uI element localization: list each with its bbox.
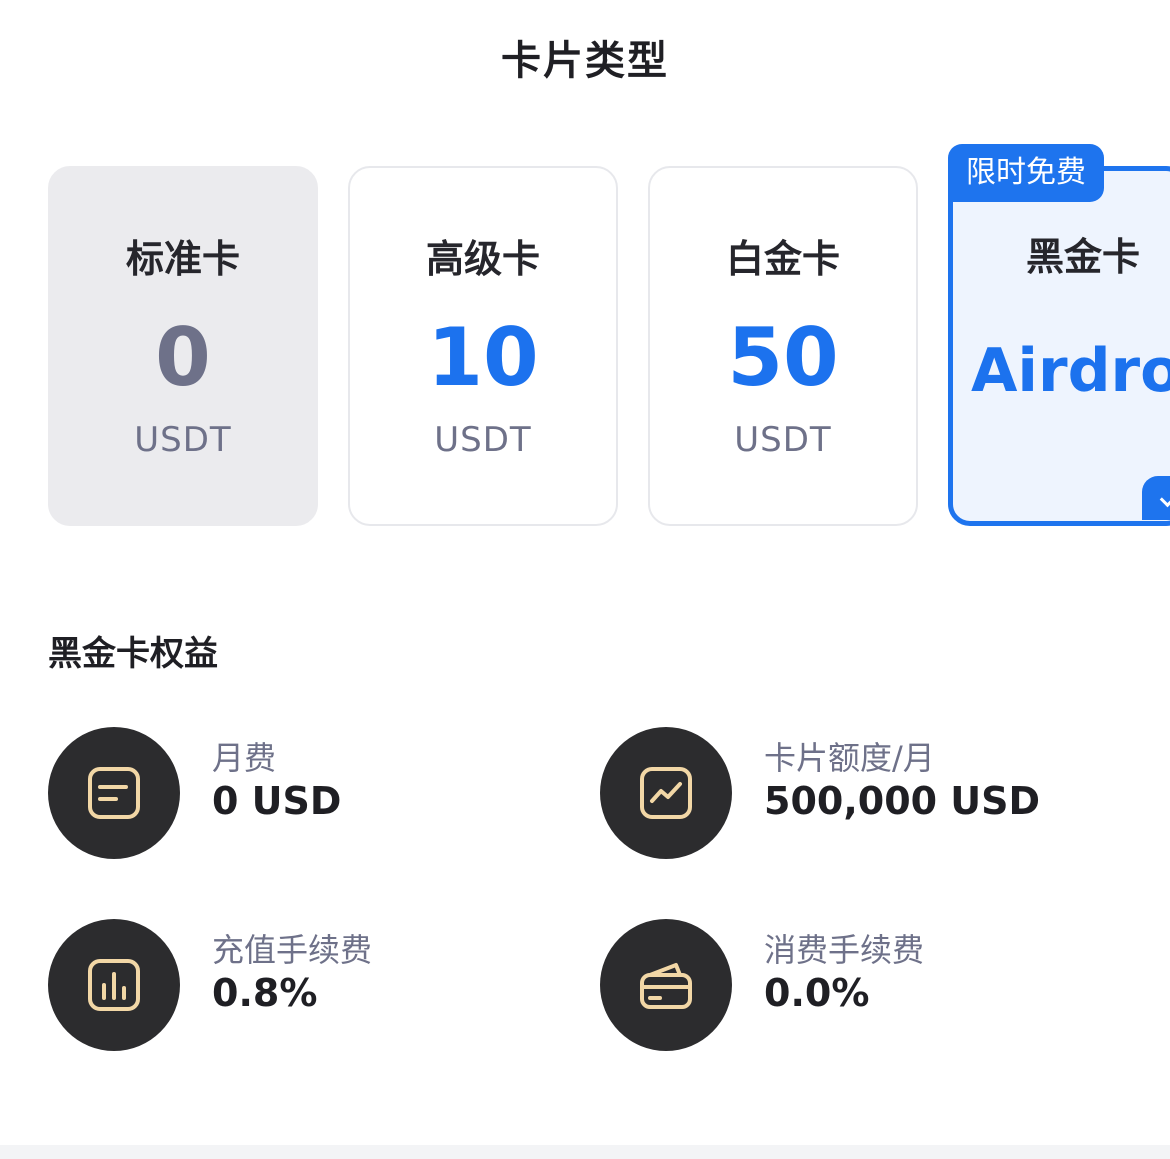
benefit-label: 月费 [212, 739, 277, 777]
wallet-card-icon [600, 919, 732, 1051]
card-name: 白金卡 [725, 237, 840, 281]
page-title: 卡片类型 [501, 38, 669, 84]
benefit-label: 消费手续费 [764, 931, 925, 969]
card-price: Airdrop [971, 336, 1170, 406]
card-option-standard[interactable]: 标准卡 0 USDT [48, 166, 318, 526]
benefit-value: 0.8% [212, 971, 318, 1015]
card-option-black-gold[interactable]: 黑金卡 Airdrop [948, 166, 1170, 526]
benefits-title: 黑金卡权益 [48, 634, 218, 674]
bottom-divider [0, 1145, 1170, 1159]
benefit-card-limit: 卡片额度/月 500,000 USD [600, 727, 1120, 859]
card-unit: USDT [734, 420, 832, 460]
benefit-topup-fee: 充值手续费 0.8% [48, 919, 568, 1051]
card-unit: USDT [134, 420, 232, 460]
benefit-value: 0 USD [212, 779, 342, 823]
card-price: 50 [727, 311, 839, 404]
document-icon [48, 727, 180, 859]
card-option-premium[interactable]: 高级卡 10 USDT [348, 166, 618, 526]
trend-chart-icon [600, 727, 732, 859]
card-name: 黑金卡 [1025, 235, 1140, 279]
benefit-label: 充值手续费 [212, 931, 373, 969]
benefit-value: 500,000 USD [764, 779, 1041, 823]
card-unit: USDT [434, 420, 532, 460]
selected-check-icon [1142, 476, 1170, 520]
benefit-monthly-fee: 月费 0 USD [48, 727, 568, 859]
card-name: 标准卡 [125, 237, 240, 281]
limited-free-badge: 限时免费 [948, 144, 1104, 202]
card-price: 10 [427, 311, 539, 404]
benefit-label: 卡片额度/月 [764, 739, 935, 777]
card-name: 高级卡 [425, 237, 540, 281]
card-type-page: 卡片类型 标准卡 0 USDT 高级卡 10 USDT 白金卡 50 USDT … [0, 0, 1170, 1159]
card-price: 0 [155, 311, 211, 404]
benefit-value: 0.0% [764, 971, 870, 1015]
card-option-platinum[interactable]: 白金卡 50 USDT [648, 166, 918, 526]
bar-chart-icon [48, 919, 180, 1051]
benefit-spending-fee: 消费手续费 0.0% [600, 919, 1120, 1051]
